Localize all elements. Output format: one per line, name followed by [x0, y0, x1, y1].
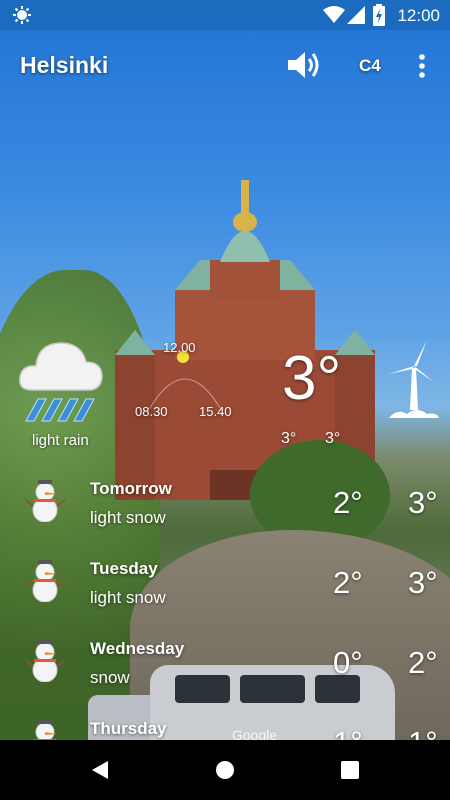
overflow-menu-icon[interactable] — [418, 54, 426, 78]
snowman-icon — [25, 560, 66, 602]
forecast-condition: light snow — [90, 508, 166, 527]
c4-button[interactable]: C4 — [359, 56, 381, 76]
forecast-min-temp: 0° — [333, 645, 363, 680]
recents-icon[interactable] — [341, 761, 359, 779]
current-temp-a: 3° — [281, 430, 297, 447]
current-condition: light rain — [32, 432, 89, 449]
app-bar: Helsinki C4 — [0, 30, 450, 100]
forecast-day: Tomorrow — [90, 479, 172, 498]
forecast-max-temp: 1° — [408, 725, 438, 740]
status-bar: 12:00 — [0, 0, 450, 30]
back-icon[interactable] — [90, 760, 110, 780]
battery-charging-icon — [373, 4, 385, 26]
home-icon[interactable] — [215, 760, 235, 780]
forecast-max-temp: 2° — [408, 645, 438, 680]
current-temp-b: 3° — [325, 430, 341, 447]
current-temperature: 3° — [282, 344, 342, 413]
volume-icon[interactable] — [288, 50, 322, 80]
city-title[interactable]: Helsinki — [20, 52, 108, 79]
forecast-condition: light snow — [90, 588, 166, 607]
forecast-row[interactable]: Thursday 1° 1° — [0, 700, 450, 740]
signal-icon — [347, 6, 365, 24]
forecast-min-temp: 1° — [333, 725, 363, 740]
snowman-icon — [25, 640, 66, 682]
forecast-day: Thursday — [90, 719, 167, 738]
forecast-min-temp: 2° — [333, 565, 363, 600]
cloud-rain-icon — [19, 342, 103, 422]
forecast-max-temp: 3° — [408, 565, 438, 600]
wind-turbine-icon — [389, 340, 439, 418]
sun-arc — [149, 378, 221, 409]
snowman-icon — [34, 720, 57, 740]
sun-status-icon — [13, 6, 31, 24]
wifi-icon — [323, 6, 345, 23]
forecast-day: Tuesday — [90, 559, 158, 578]
solar-noon-time: 12.00 — [163, 340, 196, 355]
forecast-condition: snow — [90, 668, 130, 687]
forecast-max-temp: 3° — [408, 485, 438, 520]
navigation-bar — [0, 740, 450, 800]
snowman-icon — [25, 480, 66, 522]
sunset-time: 15.40 — [199, 404, 232, 419]
forecast-min-temp: 2° — [333, 485, 363, 520]
status-time: 12:00 — [397, 6, 440, 25]
forecast-day: Wednesday — [90, 639, 185, 658]
sunrise-time: 08.30 — [135, 404, 168, 419]
